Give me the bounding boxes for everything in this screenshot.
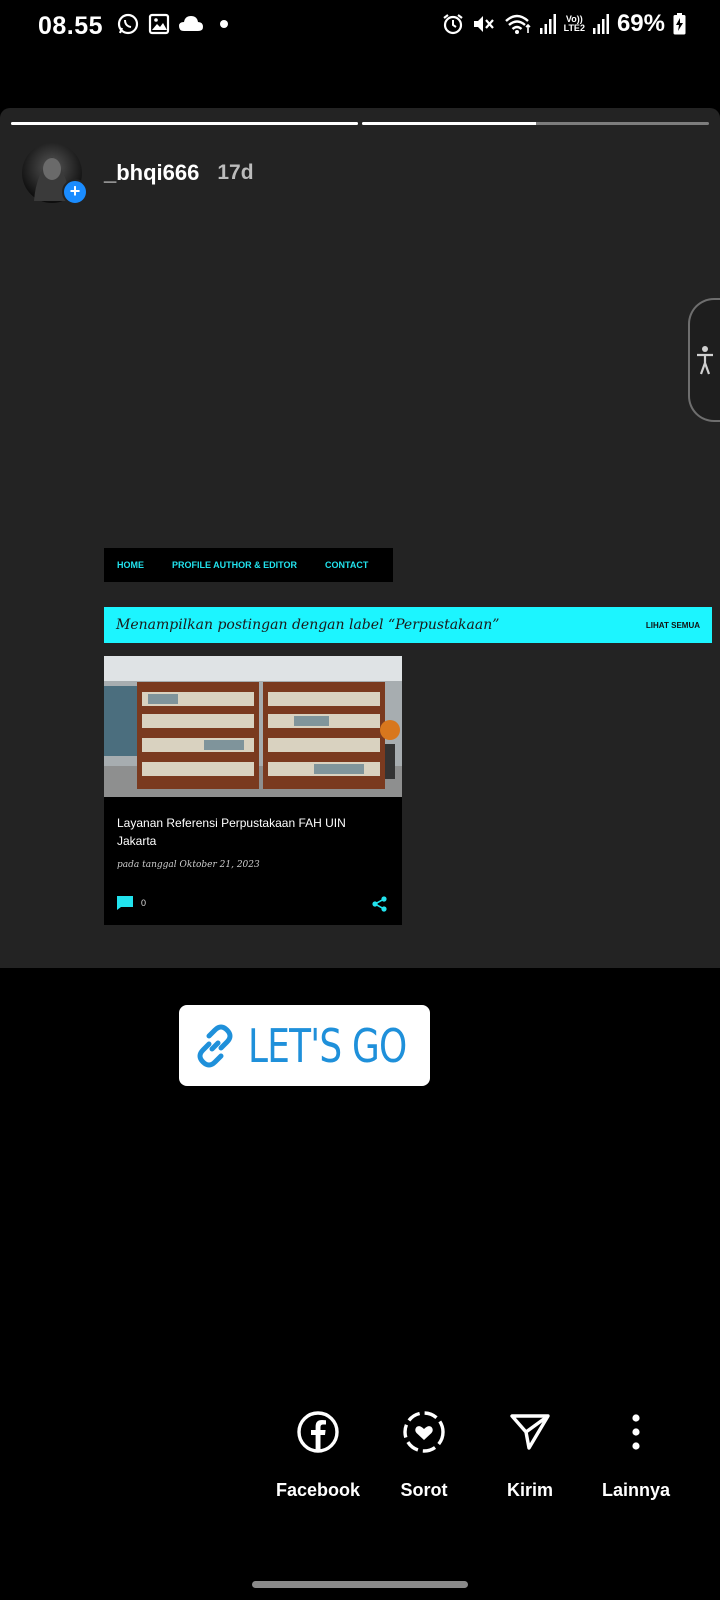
progress-segment (11, 122, 358, 125)
link-sticker-label: LET'S GO (247, 1018, 407, 1073)
status-left-icons (116, 12, 228, 36)
wifi-icon (504, 13, 532, 35)
label-view-all: LIHAT SEMUA (645, 620, 700, 630)
comment-count: 0 (141, 898, 147, 908)
signal-icon (592, 14, 609, 34)
whatsapp-icon (116, 12, 140, 36)
blog-nav-home: HOME (117, 560, 144, 570)
more-vertical-icon (614, 1410, 658, 1454)
home-indicator[interactable] (252, 1581, 468, 1588)
label-title: Menampilkan postingan dengan label “Perp… (116, 617, 500, 633)
send-icon (508, 1410, 552, 1454)
progress-segment (362, 122, 709, 125)
accessibility-tab[interactable] (688, 298, 720, 422)
post-card: Layanan Referensi Perpustakaan FAH UIN J… (104, 656, 402, 925)
alarm-icon (442, 13, 464, 35)
more-label: Lainnya (601, 1480, 671, 1500)
blog-nav-contact: CONTACT (325, 560, 369, 570)
label-banner: Menampilkan postingan dengan label “Perp… (104, 607, 712, 643)
share-icon (372, 896, 388, 917)
accessibility-icon (696, 345, 714, 375)
progress-fill (362, 122, 536, 125)
battery-charging-icon (673, 13, 686, 35)
cloud-icon (178, 15, 204, 33)
blog-nav: HOME PROFILE AUTHOR & EDITOR CONTACT (104, 548, 393, 582)
highlight-icon (402, 1410, 446, 1454)
facebook-icon (296, 1410, 340, 1454)
blog-nav-profile: PROFILE AUTHOR & EDITOR (172, 560, 298, 570)
link-sticker[interactable]: LET'S GO (179, 1005, 430, 1086)
facebook-button[interactable]: Facebook (263, 1410, 373, 1501)
story-header: + _bhqi666 17d (22, 143, 254, 205)
volte-lte2-icon: Vo)) LTE2 (563, 14, 585, 33)
story-actions: Facebook Sorot Kirim Lainnya (270, 1410, 720, 1520)
progress-fill (11, 122, 358, 125)
post-date: pada tanggal Oktober 21, 2023 (117, 860, 260, 870)
story-username[interactable]: _bhqi666 (104, 160, 199, 186)
avatar[interactable]: + (22, 143, 88, 205)
status-time: 08.55 (38, 12, 104, 40)
status-bar: 08.55 Vo)) LTE2 69% (0, 0, 720, 54)
facebook-label: Facebook (275, 1480, 361, 1500)
highlight-button[interactable]: Sorot (369, 1410, 479, 1501)
more-button[interactable]: Lainnya (581, 1410, 691, 1501)
highlight-label: Sorot (400, 1480, 448, 1500)
mute-icon (472, 13, 496, 35)
battery-percent: 69% (616, 10, 665, 37)
post-title: Layanan Referensi Perpustakaan FAH UIN J… (117, 816, 346, 848)
story-progress (11, 122, 709, 126)
embedded-screenshot: HOME PROFILE AUTHOR & EDITOR CONTACT Men… (0, 528, 720, 933)
status-right-icons: Vo)) LTE2 69% (442, 10, 686, 38)
signal-icon (539, 14, 556, 34)
link-icon (192, 1023, 238, 1069)
dot-icon (220, 20, 228, 28)
add-story-badge[interactable]: + (62, 179, 88, 205)
send-button[interactable]: Kirim (475, 1410, 585, 1501)
gallery-icon (148, 13, 170, 35)
post-thumbnail (104, 656, 402, 797)
send-label: Kirim (506, 1480, 553, 1500)
story-age: 17d (217, 161, 254, 184)
post-comments: 0 (117, 896, 146, 910)
comment-icon (117, 896, 133, 910)
